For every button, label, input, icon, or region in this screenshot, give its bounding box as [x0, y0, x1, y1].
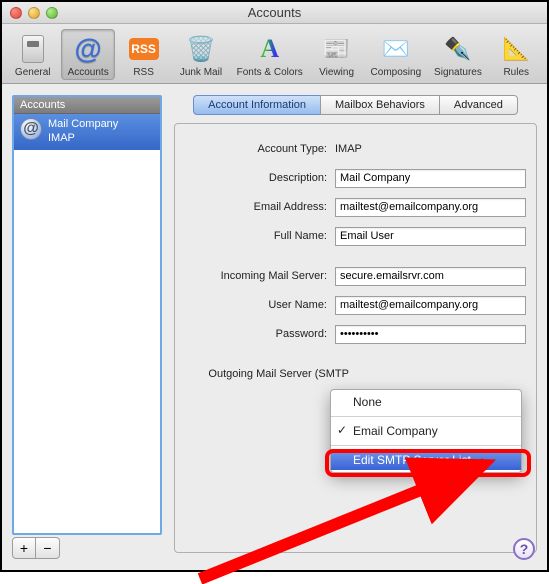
smtp-menu-edit-list[interactable]: Edit SMTP Server List…: [331, 450, 521, 470]
tab-account-information[interactable]: Account Information: [193, 95, 321, 115]
toolbar-general[interactable]: General: [6, 29, 59, 80]
window-title: Accounts: [2, 5, 547, 20]
sidebar-account-title: Mail Company: [48, 118, 118, 132]
password-label: Password:: [185, 328, 335, 340]
toolbar-rss[interactable]: RSS RSS: [117, 29, 170, 80]
username-label: User Name:: [185, 299, 335, 311]
right-panel: Account Information Mailbox Behaviors Ad…: [174, 95, 537, 555]
incoming-input[interactable]: [335, 267, 526, 286]
incoming-label: Incoming Mail Server:: [185, 270, 335, 282]
toolbar-junkmail[interactable]: 🗑️ Junk Mail: [172, 29, 229, 80]
smtp-menu-selected[interactable]: Email Company: [331, 421, 521, 441]
junk-icon: 🗑️: [185, 33, 217, 65]
general-icon: [17, 33, 49, 65]
smtp-label: Outgoing Mail Server (SMTP: [185, 368, 357, 380]
smtp-menu-none[interactable]: None: [331, 392, 521, 412]
accounts-sidebar: Accounts @ Mail Company IMAP: [12, 95, 162, 535]
menu-separator: [331, 445, 521, 446]
titlebar: Accounts: [2, 2, 547, 24]
smtp-dropdown-menu: None Email Company Edit SMTP Server List…: [330, 389, 522, 473]
toolbar-signatures[interactable]: ✒️ Signatures: [428, 29, 487, 80]
tab-advanced[interactable]: Advanced: [439, 95, 518, 115]
toolbar-composing[interactable]: ✉️ Composing: [365, 29, 426, 80]
account-info-panel: Account Type: IMAP Description: Email Ad…: [174, 123, 537, 553]
email-input[interactable]: [335, 198, 526, 217]
description-label: Description:: [185, 172, 335, 184]
remove-account-button[interactable]: −: [36, 537, 60, 559]
fullname-label: Full Name:: [185, 230, 335, 242]
account-type-value: IMAP: [335, 143, 362, 155]
username-input[interactable]: [335, 296, 526, 315]
fullname-input[interactable]: [335, 227, 526, 246]
toolbar-rules[interactable]: 📐 Rules: [490, 29, 543, 80]
fonts-icon: A: [254, 33, 286, 65]
tabbar: Account Information Mailbox Behaviors Ad…: [174, 95, 537, 115]
account-type-label: Account Type:: [185, 143, 335, 155]
help-button[interactable]: ?: [513, 538, 535, 560]
viewing-icon: 📰: [321, 33, 353, 65]
tab-mailbox-behaviors[interactable]: Mailbox Behaviors: [320, 95, 440, 115]
toolbar-accounts[interactable]: @ Accounts: [61, 29, 114, 80]
at-icon: @: [72, 33, 104, 65]
sidebar-account-item[interactable]: @ Mail Company IMAP: [14, 114, 160, 150]
rss-icon: RSS: [128, 33, 160, 65]
toolbar-viewing[interactable]: 📰 Viewing: [310, 29, 363, 80]
signatures-icon: ✒️: [442, 33, 474, 65]
password-input[interactable]: [335, 325, 526, 344]
email-label: Email Address:: [185, 201, 335, 213]
add-account-button[interactable]: +: [12, 537, 36, 559]
toolbar-fonts[interactable]: A Fonts & Colors: [232, 29, 308, 80]
composing-icon: ✉️: [380, 33, 412, 65]
menu-separator: [331, 416, 521, 417]
rules-icon: 📐: [500, 33, 532, 65]
sidebar-account-subtitle: IMAP: [48, 132, 118, 146]
sidebar-header: Accounts: [14, 97, 160, 114]
account-at-icon: @: [20, 118, 42, 140]
preferences-toolbar: General @ Accounts RSS RSS 🗑️ Junk Mail …: [2, 24, 547, 84]
description-input[interactable]: [335, 169, 526, 188]
